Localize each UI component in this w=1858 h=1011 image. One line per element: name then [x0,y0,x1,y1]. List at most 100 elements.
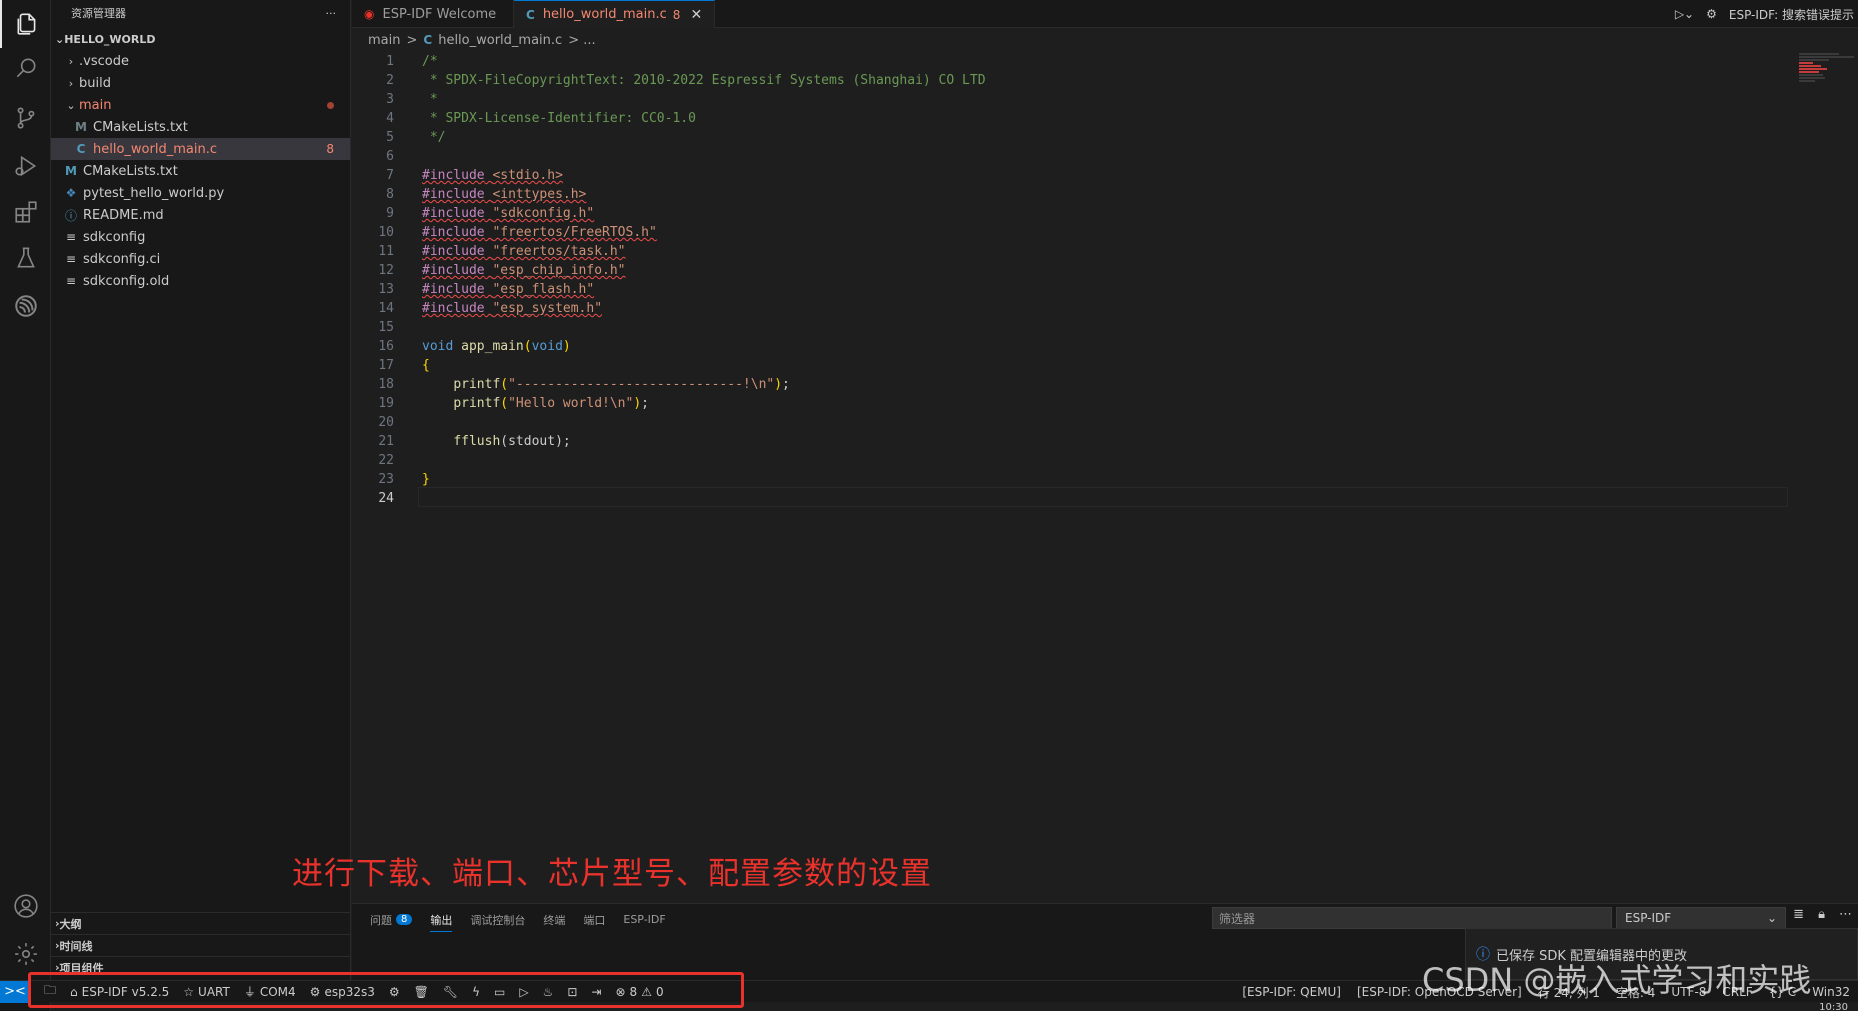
tab-label: ESP-IDF Welcome [382,6,497,22]
code-line: 5 */ [352,128,1792,147]
esp-idf-search-error-button[interactable]: ESP-IDF: 搜索错误提示 [1729,6,1854,23]
platform-config[interactable]: Win32 [1812,985,1850,999]
code-line: 18 printf("-----------------------------… [352,375,1792,394]
tree-item-pytest[interactable]: ❖ pytest_hello_world.py [51,182,350,204]
cmake-file-icon: M [65,164,77,178]
tree-item-readme[interactable]: ⓘ README.md [51,204,350,226]
tab-terminal[interactable]: 终端 [543,904,565,936]
tab-label: hello_world_main.c [542,7,667,22]
line-number: 23 [378,472,394,487]
include-keyword: #include [422,206,485,221]
qemu-status[interactable]: [ESP-IDF: QEMU] [1242,985,1341,999]
line-number: 15 [378,320,394,335]
clock: 10:30 [1819,1002,1848,1011]
breadcrumb-file[interactable]: hello_world_main.c [438,33,562,48]
code-line: 14 #include "esp_system.h" [352,299,1792,318]
tree-item-label: README.md [83,207,164,223]
include-keyword: #include [422,282,485,297]
close-icon[interactable]: ✕ [690,7,702,23]
minimap[interactable] [1795,52,1858,112]
testing-icon[interactable] [0,234,51,282]
tab-esp-idf[interactable]: ESP-IDF [623,904,665,936]
lock-icon[interactable]: 🔒︎ [1818,907,1825,922]
tab-label: 终端 [543,913,566,927]
clear-output-icon[interactable]: ≣ [1793,907,1804,922]
output-filter-input[interactable]: 筛选器 [1212,907,1612,929]
include-keyword: #include [422,225,485,240]
tab-debug-console[interactable]: 调试控制台 [470,904,525,936]
search-icon[interactable] [0,44,51,92]
line-number: 19 [378,396,394,411]
keyword: void [531,339,563,354]
tab-problems[interactable]: 问题 8 [370,904,413,936]
section-outline[interactable]: › 大纲 [51,912,351,934]
tab-label: 端口 [583,913,606,927]
problem-count-badge: 8 [326,142,334,156]
line-number: 1 [386,54,394,69]
more-icon[interactable]: ⋯ [1839,907,1852,922]
remote-indicator[interactable]: >< [0,980,30,1003]
section-timeline[interactable]: › 时间线 [51,934,351,956]
chevron-right-icon: › [68,76,74,90]
include-path: "freertos/FreeRTOS.h" [492,225,657,240]
chevron-down-icon: ⌄ [55,32,65,46]
line-number: 3 [386,92,394,107]
code-line: 24 [352,489,1792,508]
c-file-icon: C [423,33,433,47]
code-line: 10 #include "freertos/FreeRTOS.h" [352,223,1792,242]
lines-file-icon: ≡ [65,274,77,288]
include-keyword: #include [422,263,485,278]
tree-item-sdkconfig-ci[interactable]: ≡ sdkconfig.ci [51,248,350,270]
line-number: 6 [386,149,394,164]
tree-item-main[interactable]: ⌄ main [51,94,350,116]
tree-item-main-cmakelists[interactable]: M CMakeLists.txt [51,116,350,138]
tree-item-cmakelists[interactable]: M CMakeLists.txt [51,160,350,182]
code-line: 13 #include "esp_flash.h" [352,280,1792,299]
code-line: 2 * SPDX-FileCopyrightText: 2010-2022 Es… [352,71,1792,90]
code-text: /* [422,54,438,69]
paren: ( [500,377,509,392]
annotation-highlight-box [28,972,744,1008]
tree-item-vscode[interactable]: › .vscode [51,50,350,72]
chevron-down-icon: ⌄ [1766,911,1777,925]
line-number: 4 [386,111,394,126]
explorer-icon[interactable] [0,0,51,48]
manage-gear-icon[interactable] [0,930,51,978]
esp-idf-icon[interactable] [0,282,51,330]
sidebar-title: 资源管理器 [71,7,126,20]
semicolon: ; [641,396,649,411]
include-keyword: #include [422,168,485,183]
code-text: */ [422,130,446,145]
tab-output[interactable]: 输出 [430,904,453,936]
include-path: "esp_chip_info.h" [492,263,626,278]
tab-hello-world-main[interactable]: C hello_world_main.c 8 ✕ [514,0,716,28]
code-text: * SPDX-License-Identifier: CC0-1.0 [422,111,696,126]
breadcrumb-folder[interactable]: main [368,33,400,48]
code-line: 15 [352,318,1792,337]
esp-icon: ◉ [364,7,375,21]
tree-item-build[interactable]: › build [51,72,350,94]
workspace-root[interactable]: ⌄ HELLO_WORLD [51,28,350,50]
more-actions-icon[interactable]: ··· [326,7,337,20]
extensions-icon[interactable] [0,188,51,236]
channel-label: ESP-IDF [1625,911,1672,925]
source-control-icon[interactable] [0,94,51,142]
breadcrumb-symbols[interactable]: > ... [568,33,595,48]
run-debug-icon[interactable] [0,142,51,190]
info-file-icon: ⓘ [64,208,77,223]
gear-icon[interactable]: ⚙ [1706,7,1717,21]
code-editor[interactable]: 1 /* 2 * SPDX-FileCopyrightText: 2010-202… [352,52,1792,508]
editor-tabs: ◉ ESP-IDF Welcome C hello_world_main.c 8… [352,0,1858,28]
tab-ports[interactable]: 端口 [583,904,605,936]
tree-item-hello-world-main[interactable]: C hello_world_main.c 8 [51,138,350,160]
output-channel-select[interactable]: ESP-IDF ⌄ [1616,907,1786,929]
string-literal: "Hello world!\n" [508,396,634,411]
run-dropdown-icon[interactable]: ▷⌄ [1675,7,1694,21]
tree-item-label: pytest_hello_world.py [83,185,225,201]
tree-item-sdkconfig[interactable]: ≡ sdkconfig [51,226,350,248]
account-icon[interactable] [0,882,51,930]
tree-item-sdkconfig-old[interactable]: ≡ sdkconfig.old [51,270,350,292]
semicolon: ; [782,377,790,392]
tab-esp-idf-welcome[interactable]: ◉ ESP-IDF Welcome [352,0,514,28]
tree-item-label: sdkconfig [83,229,146,245]
